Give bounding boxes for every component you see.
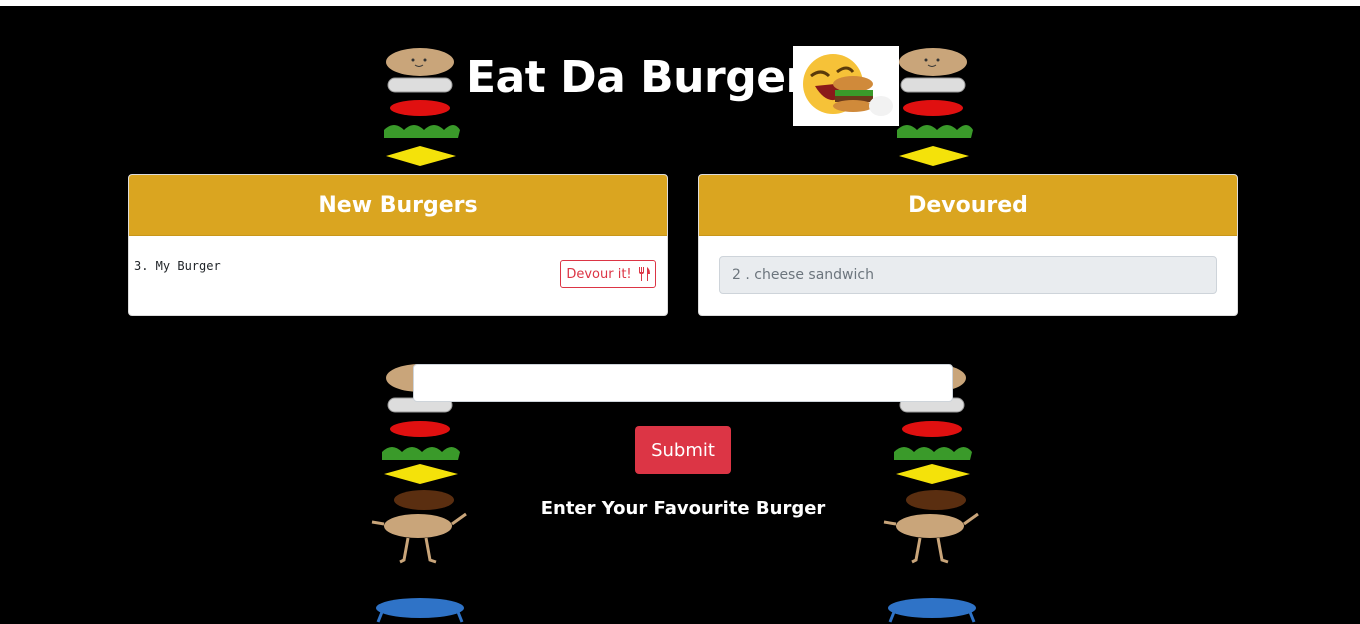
devour-button-label: Devour it! (566, 266, 632, 282)
burger-stack-icon (897, 48, 973, 166)
burger-name-input[interactable] (413, 364, 953, 402)
burger-stack-icon (384, 48, 460, 166)
laughing-emoji-burger-icon (793, 46, 899, 126)
burger-item-label: 3. My Burger (134, 259, 221, 273)
devoured-item: 2 . cheese sandwich (719, 256, 1217, 294)
devoured-card: Devoured 2 . cheese sandwich (698, 174, 1238, 316)
submit-button[interactable]: Submit (635, 426, 731, 474)
new-burgers-header: New Burgers (129, 175, 667, 236)
new-burgers-card: New Burgers 3. My Burger Devour it! (128, 174, 668, 316)
page-title: Eat Da Burger (466, 52, 807, 103)
input-caption: Enter Your Favourite Burger (540, 498, 826, 519)
utensils-icon (638, 267, 650, 281)
devour-button[interactable]: Devour it! (560, 260, 656, 288)
top-border (0, 0, 1360, 6)
devoured-header: Devoured (699, 175, 1237, 236)
